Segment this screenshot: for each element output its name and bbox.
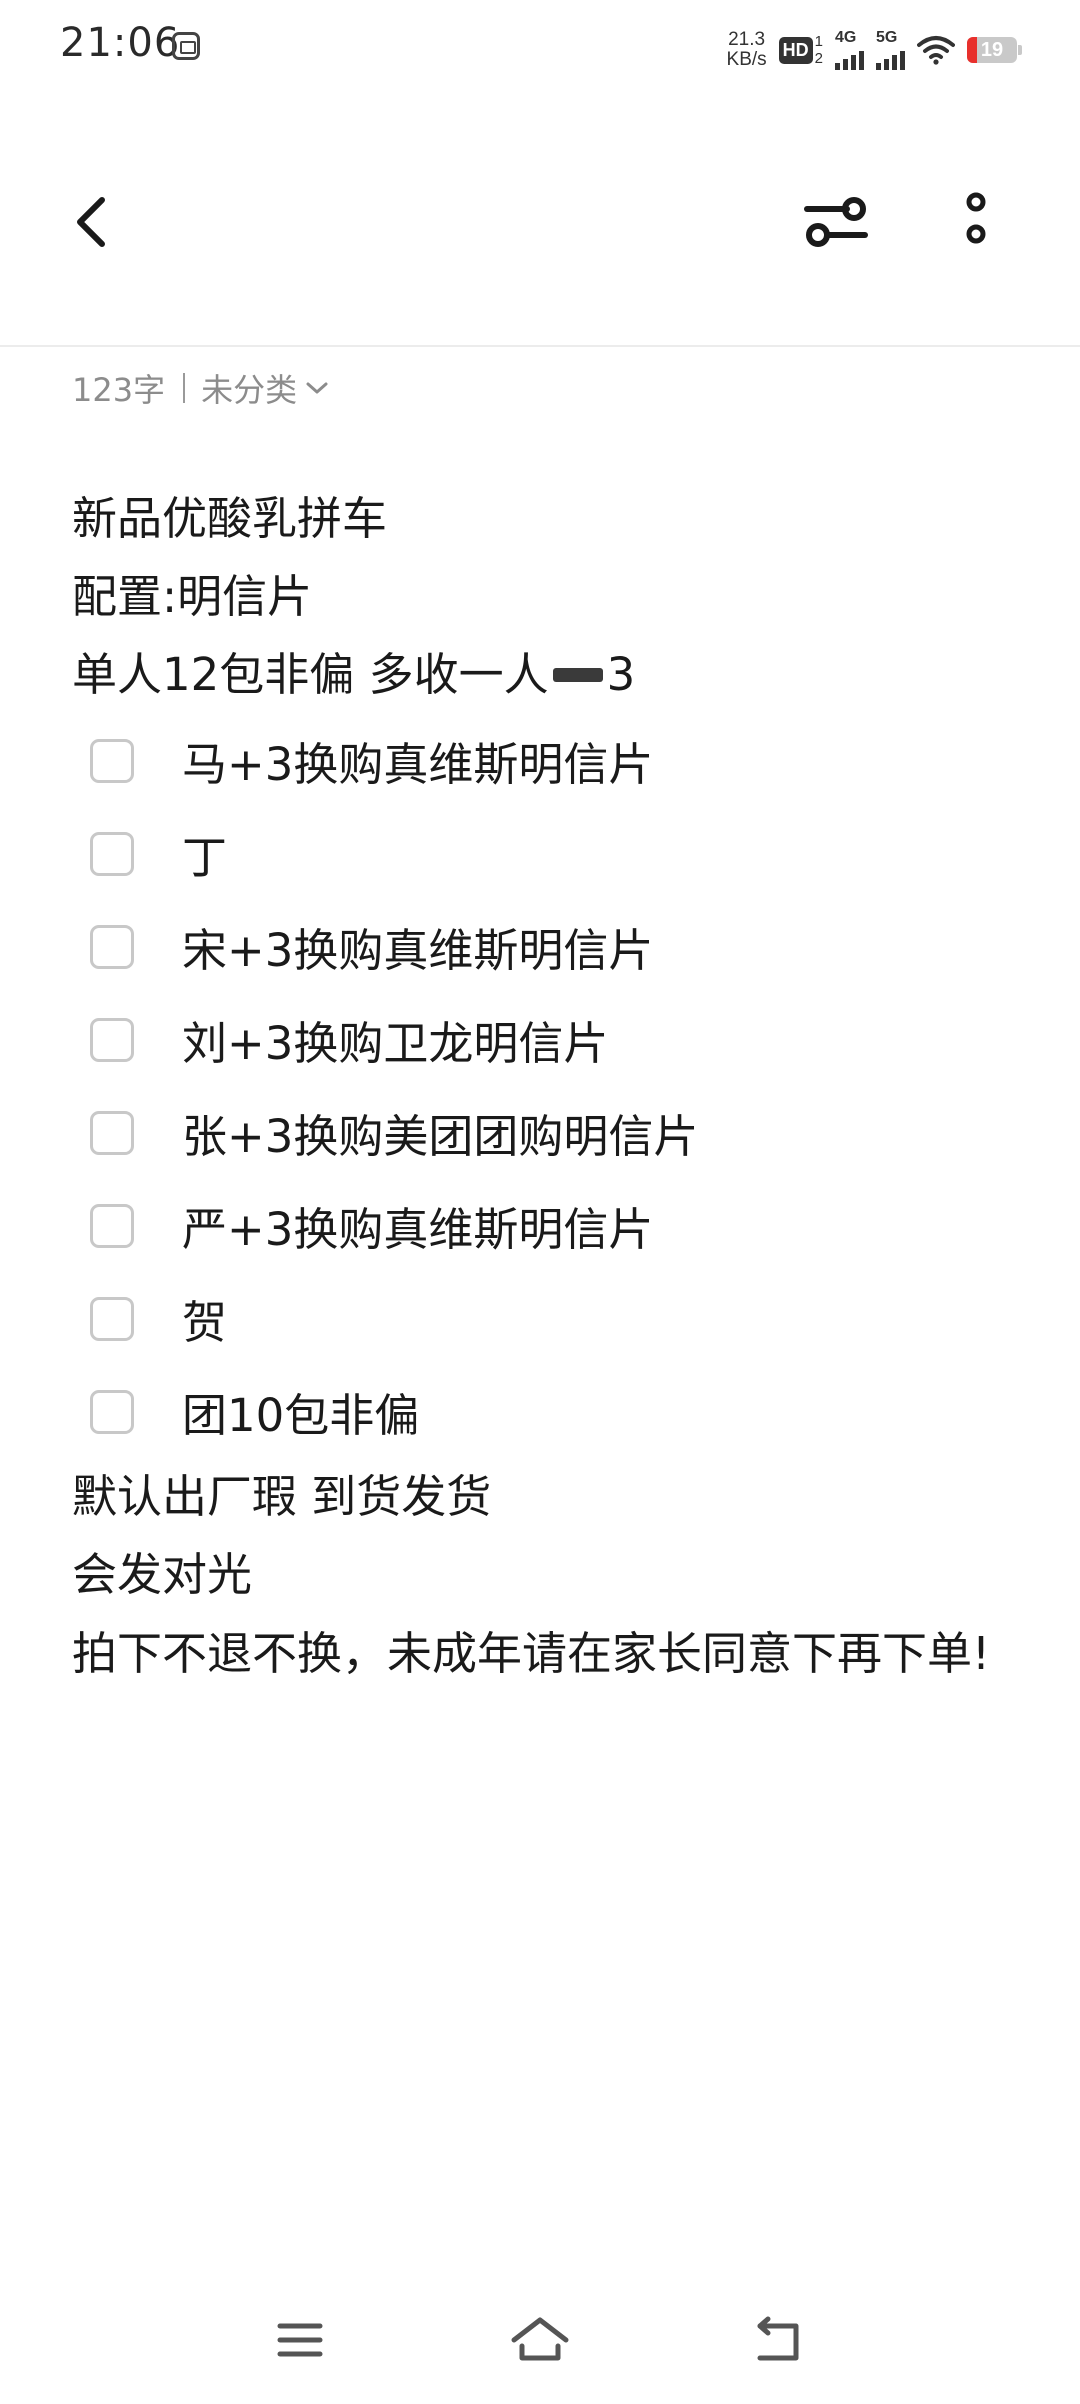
hd-sim-bottom: 2 <box>814 50 823 67</box>
sim1-network-type: 4G <box>835 29 857 46</box>
sim2-signal-icon: 5G <box>876 30 905 70</box>
vertical-dots-icon <box>966 192 986 244</box>
todo-text: 宋+3换购真维斯明信片 <box>182 924 654 977</box>
note-line: 会发对光 <box>72 1548 253 1601</box>
hd-voice-icon: HD 1 2 <box>778 33 823 67</box>
todo-item: 丁 <box>72 807 1012 900</box>
battery-level: 19 <box>980 39 1004 61</box>
sim1-signal-bars <box>835 50 864 70</box>
todo-text: 严+3换购真维斯明信片 <box>182 1203 654 1256</box>
note-line: 默认出厂瑕 到货发货 <box>72 1470 492 1523</box>
note-line: 新品优酸乳拼车 <box>72 492 388 545</box>
todo-checkbox[interactable] <box>90 1296 134 1341</box>
note-paragraph: 拍下不退不换，未成年请在家长同意下再下单! <box>72 1627 991 1680</box>
todo-item: 团10包非偏 <box>72 1365 1012 1458</box>
hd-label: HD <box>778 36 813 64</box>
editor-toolbar <box>0 150 1080 294</box>
note-line: 配置:明信片 <box>72 570 313 623</box>
chevron-down-icon <box>306 382 328 394</box>
word-count: 123字 <box>72 371 166 409</box>
return-icon <box>757 2316 799 2361</box>
hamburger-icon <box>277 2323 323 2357</box>
network-speed-value: 21.3 <box>728 29 766 50</box>
chevron-left-icon <box>77 197 105 247</box>
todo-checkbox[interactable] <box>90 738 134 783</box>
todo-text: 丁 <box>182 831 228 884</box>
todo-text: 贺 <box>182 1296 228 1349</box>
todo-checkbox[interactable] <box>90 1203 134 1248</box>
todo-item: 刘+3换购卫龙明信片 <box>72 993 1012 1086</box>
battery-body: 19 <box>967 37 1017 63</box>
todo-list: 马+3换购真维斯明信片 丁 宋+3换购真维斯明信片 刘+3换购卫龙明信片 张+3… <box>72 714 1012 1458</box>
todo-checkbox[interactable] <box>90 1110 134 1155</box>
sim2-network-type: 5G <box>876 29 898 46</box>
toolbar-divider <box>0 345 1080 347</box>
sliders-icon <box>804 197 868 247</box>
todo-item: 宋+3换购真维斯明信片 <box>72 900 1012 993</box>
category-label: 未分类 <box>201 371 298 409</box>
note-body[interactable]: 新品优酸乳拼车 配置:明信片 单人12包非偏 多收一人 3 马+3换购真维斯明信片… <box>72 480 1012 1694</box>
hd-sim-numbers: 1 2 <box>815 33 823 67</box>
home-button[interactable] <box>500 2310 580 2370</box>
note-line-text: 3 <box>606 648 636 701</box>
todo-item: 严+3换购真维斯明信片 <box>72 1179 1012 1272</box>
note-line: 单人12包非偏 多收一人 3 <box>72 636 1012 714</box>
text-style-button[interactable] <box>796 186 876 258</box>
todo-item: 贺 <box>72 1272 1012 1365</box>
battery-icon: 19 <box>967 37 1022 63</box>
todo-checkbox[interactable] <box>90 1389 134 1434</box>
meta-separator <box>183 373 186 403</box>
wifi-icon <box>917 35 955 65</box>
more-options-button[interactable] <box>940 186 1012 258</box>
system-navigation-bar <box>0 2290 1080 2390</box>
todo-checkbox[interactable] <box>90 1017 134 1062</box>
note-line-text: 单人12包非偏 多收一人 <box>72 648 549 701</box>
todo-checkbox[interactable] <box>90 831 134 876</box>
status-indicators: 21.3 KB/s HD 1 2 4G 5G 19 <box>727 24 1022 76</box>
network-speed-unit: KB/s <box>726 49 767 70</box>
sim2-signal-bars <box>876 50 905 70</box>
todo-text: 马+3换购真维斯明信片 <box>182 738 654 791</box>
redaction-mark <box>552 668 603 682</box>
recent-apps-button[interactable] <box>260 2310 340 2370</box>
todo-checkbox[interactable] <box>90 924 134 969</box>
note-meta: 123字 未分类 <box>72 362 329 414</box>
category-selector[interactable]: 未分类 <box>201 365 329 411</box>
todo-text: 张+3换购美团团购明信片 <box>182 1110 699 1163</box>
todo-text: 刘+3换购卫龙明信片 <box>182 1017 609 1070</box>
hd-sim-top: 1 <box>814 33 823 50</box>
status-time: 21:06 <box>60 20 181 66</box>
system-back-button[interactable] <box>740 2310 820 2370</box>
todo-item: 马+3换购真维斯明信片 <box>72 714 1012 807</box>
network-speed: 21.3 KB/s <box>727 30 767 70</box>
sim1-signal-icon: 4G <box>835 30 864 70</box>
todo-item: 张+3换购美团团购明信片 <box>72 1086 1012 1179</box>
home-icon <box>511 2317 569 2361</box>
notification-app-icon <box>172 32 200 60</box>
back-button[interactable] <box>54 186 126 258</box>
battery-cap <box>1018 45 1022 55</box>
status-bar: 21:06 21.3 KB/s HD 1 2 4G 5G 19 <box>0 0 1080 96</box>
todo-text: 团10包非偏 <box>182 1389 420 1442</box>
